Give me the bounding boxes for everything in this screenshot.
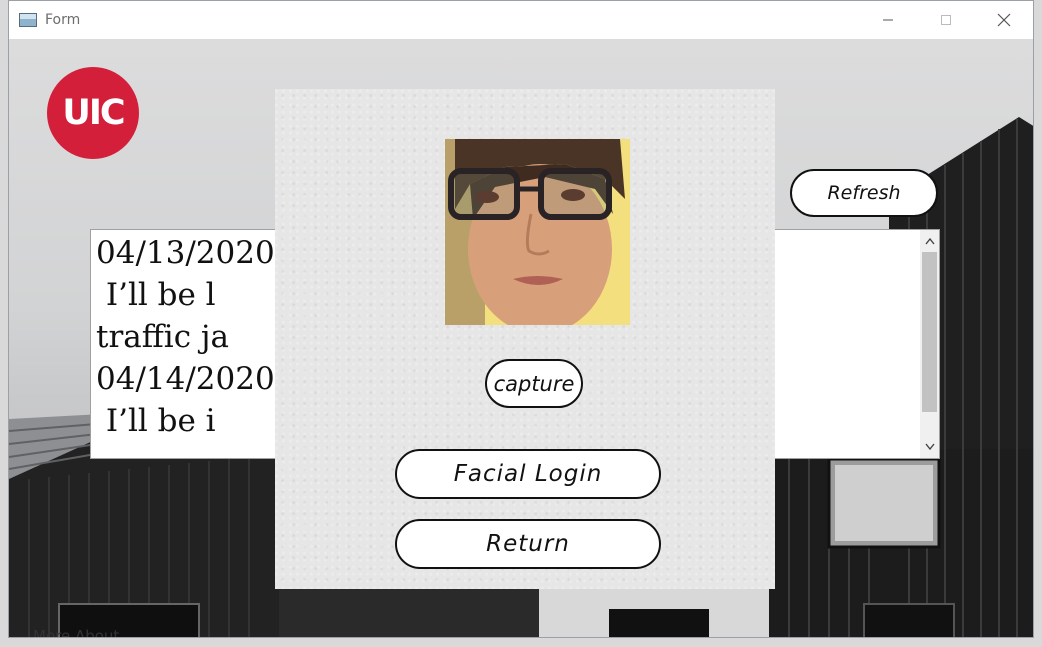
- facial-login-dialog: capture Facial Login Return: [275, 89, 775, 589]
- scroll-down-button[interactable]: [920, 438, 939, 456]
- face-photo: [445, 139, 630, 325]
- form-client-area: UIC Refresh 04/13/2020 I’ll be l the tra…: [9, 39, 1033, 638]
- camera-preview: [445, 139, 630, 325]
- notes-scrollbar[interactable]: [920, 230, 939, 458]
- maximize-button[interactable]: [917, 1, 975, 39]
- window-title: Form: [45, 12, 81, 28]
- close-button[interactable]: [975, 1, 1033, 39]
- scroll-up-button[interactable]: [920, 232, 939, 250]
- refresh-button[interactable]: Refresh: [790, 169, 938, 217]
- minimize-icon: [883, 19, 893, 21]
- window-controls: [859, 1, 1033, 39]
- close-icon: [997, 13, 1011, 27]
- return-button[interactable]: Return: [395, 519, 661, 569]
- app-icon: [19, 13, 37, 27]
- background-partial-label: More About: [33, 627, 120, 638]
- uic-logo: UIC: [47, 67, 139, 159]
- facial-login-button[interactable]: Facial Login: [395, 449, 661, 499]
- scroll-thumb[interactable]: [922, 252, 937, 412]
- chevron-up-icon: [924, 237, 935, 245]
- minimize-button[interactable]: [859, 1, 917, 39]
- capture-button[interactable]: capture: [485, 359, 583, 408]
- title-bar: Form: [9, 1, 1033, 39]
- chevron-down-icon: [924, 443, 935, 451]
- app-window: Form UIC Refresh 04/13/2020 I’ll be l tr…: [8, 0, 1034, 638]
- maximize-icon: [941, 15, 951, 25]
